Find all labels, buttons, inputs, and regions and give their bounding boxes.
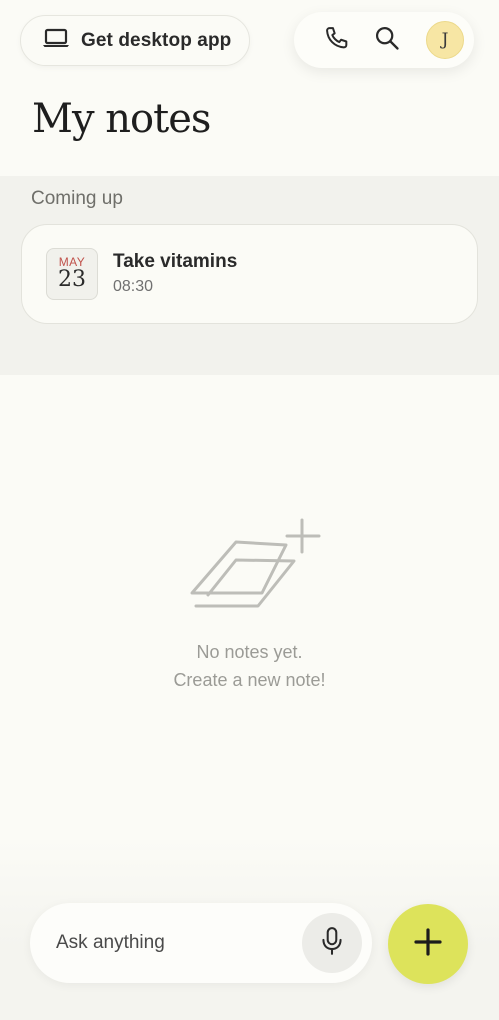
ask-anything-placeholder: Ask anything [56,932,165,953]
event-time: 08:30 [113,278,154,295]
event-day: 23 [58,267,86,292]
avatar[interactable]: J [426,21,464,59]
coming-up-label: Coming up [31,188,123,209]
coming-up-section: Coming up MAY 23 Take vitamins 08:30 [0,176,499,375]
calendar-date-icon: MAY 23 [46,248,98,300]
get-desktop-app-label: Get desktop app [81,29,232,51]
phone-icon [323,24,351,57]
empty-state-title: No notes yet. [196,642,303,662]
event-card[interactable]: MAY 23 Take vitamins 08:30 [21,224,478,324]
microphone-icon [319,926,345,961]
search-icon [373,24,401,57]
plus-icon [413,927,443,962]
call-button[interactable] [312,18,362,62]
search-button[interactable] [362,18,412,62]
ask-anything-input[interactable]: Ask anything [30,903,372,983]
header-actions: J [294,12,474,68]
new-note-button[interactable] [388,904,468,984]
empty-notes-icon [186,512,326,617]
empty-state-subtitle: Create a new note! [173,670,326,690]
event-title: Take vitamins [113,251,238,272]
top-bar: Get desktop app J [0,0,499,80]
voice-input-button[interactable] [302,913,362,973]
notes-screen: Get desktop app J My notes Coming up MAY… [0,0,499,1020]
laptop-icon [41,28,71,53]
page-title: My notes [32,96,211,142]
get-desktop-app-button[interactable]: Get desktop app [20,15,250,66]
